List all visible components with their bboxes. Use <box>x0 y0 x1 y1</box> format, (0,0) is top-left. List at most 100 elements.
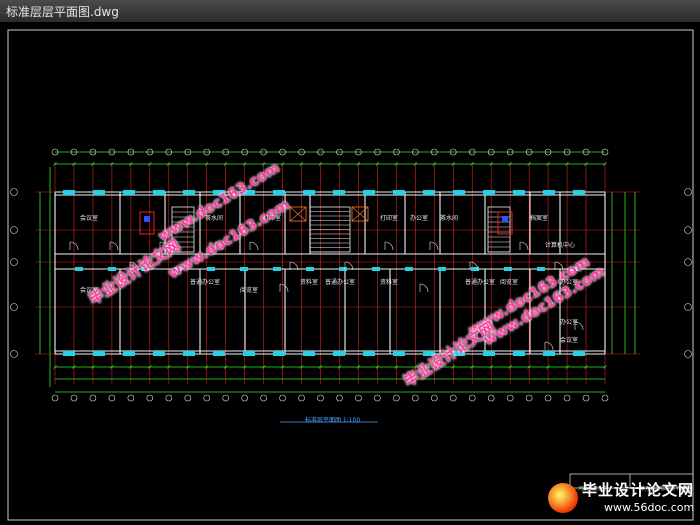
window <box>306 267 314 271</box>
window <box>543 351 555 356</box>
axis-bubble-bottom <box>468 394 476 402</box>
axis-bubble-bottom <box>412 394 419 402</box>
axis-bubble-bottom <box>336 394 343 402</box>
window <box>273 267 281 271</box>
window <box>123 190 135 195</box>
window <box>63 351 75 356</box>
window <box>573 190 585 195</box>
logo-emblem-icon <box>548 483 578 513</box>
axis-bubble-bottom <box>203 394 211 402</box>
axis-bubble-bottom <box>127 394 135 402</box>
window <box>453 190 465 195</box>
axis-bubble-right <box>684 350 692 358</box>
axis-bubble-left <box>10 303 18 311</box>
window <box>273 351 285 356</box>
window <box>153 351 165 356</box>
axis-bubble-bottom <box>374 394 381 402</box>
room-label: 茶水间 <box>440 214 458 222</box>
window <box>363 351 375 356</box>
window <box>273 190 285 195</box>
axis-bubble-right <box>684 226 692 234</box>
axis-bubble-bottom <box>431 394 438 402</box>
window <box>483 351 495 356</box>
window <box>405 267 413 271</box>
axis-bubble-bottom <box>222 394 229 402</box>
door-swing <box>279 283 289 293</box>
axis-bubble-bottom <box>544 394 552 402</box>
window <box>93 190 105 195</box>
door-swing <box>429 241 439 251</box>
axis-bubble-right <box>684 303 692 311</box>
window <box>393 190 405 195</box>
door-swing <box>544 341 554 351</box>
window <box>513 190 525 195</box>
axis-bubble-right <box>684 258 692 266</box>
room-label: 资料室 <box>300 278 318 286</box>
axis-bubble-bottom <box>260 394 267 402</box>
window <box>333 190 345 195</box>
axis-bubble-bottom <box>563 394 571 402</box>
window <box>183 190 195 195</box>
window <box>438 267 446 271</box>
scale-title: 标准层平面图 1:100 <box>305 417 361 424</box>
axis-bubble-bottom <box>184 394 192 402</box>
axis-bubble-bottom <box>582 394 590 402</box>
window <box>339 267 347 271</box>
room-label: 打印室 <box>380 214 398 222</box>
axis-bubble-bottom <box>525 394 533 402</box>
axis-bubble-bottom <box>393 394 400 402</box>
axis-bubble-bottom <box>449 394 457 402</box>
axis-bubble-bottom <box>487 394 495 402</box>
toilet-fixture <box>144 216 150 222</box>
window <box>483 190 495 195</box>
window <box>93 351 105 356</box>
axis-bubble-bottom <box>108 394 116 402</box>
logo-brand: 毕业设计论文网 <box>582 481 695 499</box>
window <box>303 351 315 356</box>
window <box>303 190 315 195</box>
axis-bubble-bottom <box>298 394 305 402</box>
window <box>543 190 555 195</box>
room-label: 阅览室 <box>240 286 258 294</box>
window <box>207 267 215 271</box>
door-swing <box>249 241 259 251</box>
room-label: 会议室 <box>560 336 578 344</box>
window <box>243 351 255 356</box>
window <box>423 190 435 195</box>
toilet-fixture <box>502 216 508 222</box>
site-logo: 毕业设计论文网 www.56doc.com <box>546 479 696 519</box>
window <box>183 351 195 356</box>
room-label: 资料室 <box>380 278 398 286</box>
window <box>123 351 135 356</box>
axis-bubble-right <box>684 188 692 196</box>
window <box>513 351 525 356</box>
window <box>75 267 83 271</box>
room-label: 办公室 <box>410 214 428 222</box>
axis-bubble-left <box>10 188 18 196</box>
axis-bubble-bottom <box>165 394 173 402</box>
room-label: 普通办公室 <box>325 278 355 286</box>
axis-bubble-bottom <box>146 394 154 402</box>
room-label: 会议室 <box>80 214 98 222</box>
window <box>573 351 585 356</box>
window <box>240 267 248 271</box>
window <box>213 351 225 356</box>
axis-bubble-left <box>10 226 18 234</box>
window <box>504 267 512 271</box>
axis-bubble-bottom <box>279 394 286 402</box>
axis-bubble-bottom <box>241 394 248 402</box>
door-swing <box>109 241 119 251</box>
axis-bubble-bottom <box>70 394 78 402</box>
window <box>63 190 75 195</box>
logo-site: www.56doc.com <box>604 501 695 514</box>
axis-bubble-bottom <box>51 394 59 402</box>
window <box>393 351 405 356</box>
window <box>372 267 380 271</box>
window-title: 标准层层平面图.dwg <box>6 5 119 19</box>
axis-bubble-bottom <box>89 394 97 402</box>
cad-viewport[interactable]: 会议室 会议室 计算机中心 打印室 打印室 办公室 茶水间 茶水间 档案室 普通办公室 普通办公室普… <box>0 22 700 525</box>
door-swing <box>419 283 429 293</box>
axis-bubble-bottom <box>601 394 609 402</box>
room-label: 档案室 <box>530 214 548 222</box>
room-label: 普通办公室 <box>190 278 220 286</box>
